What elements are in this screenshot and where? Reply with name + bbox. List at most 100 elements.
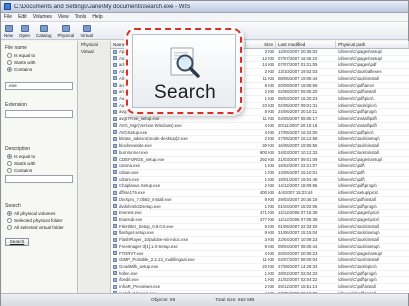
catalog-button[interactable]: Catalog [36,25,52,39]
cell-size: 900 KB [259,149,274,155]
cell-path: \drivers\C\pdf\pics\ [338,96,374,102]
exe-file-icon [113,116,117,121]
table-row[interactable]: GoodMilk_setup.exe 20 KB 27/08/2007 14:28:… [111,264,409,271]
table-row[interactable]: EvaHub.exe 477 KB 12/12/2006 07:05:39 \driv… [111,217,409,224]
cell-name: FileHitter_Setup_0.9.0.0.exe [111,224,246,230]
file-name-text: GoodMilk_setup.exe [119,264,159,269]
table-row[interactable]: dvdshrink32setup.exe 1 KB 01/04/2007 15:02… [111,204,409,211]
filename-option-equal[interactable]: Is equal to [7,53,74,58]
description-option-contains[interactable]: Contains [7,168,74,173]
table-row[interactable]: flashget.setup.exe 9 KB 21/06/2007 15:15:0… [111,230,409,238]
cell-size: 4 KB [264,122,274,128]
menu-tools[interactable]: Tools [75,14,87,20]
exe-file-icon [113,237,117,242]
new-button[interactable]: New [4,25,13,39]
table-row[interactable]: ifoedit.exe 1 KB 21/02/2007 02:04:22 \drive… [111,277,409,285]
cell-name: EvaHub.exe [111,217,246,223]
filename-option-starts[interactable]: Starts with [7,60,74,65]
cell-name: flashget.setup.exe [111,230,246,236]
radio-icon [7,225,12,230]
cell-modified: 22/04/2007 10:09:23 [278,237,318,243]
table-row[interactable]: hdlen.exe 1 KB 28/02/2007 02:04:22 \drivers… [111,271,409,278]
cell-modified: 16/02/2007 22:21:07 [278,163,318,169]
cell-path: \drivers\C\tools\setup\ [338,243,380,249]
tab-physical[interactable]: Physical [79,41,110,48]
table-row[interactable]: dffsre176.exe 400 KB 4/4/2007 15:23:44 \dri… [111,190,409,197]
filename-input[interactable]: .exe [5,82,73,90]
table-row[interactable]: Chaplanus Setup.exe 2 KB 14/12/2007 18:09:… [111,183,409,191]
cell-modified: 24/06/2007 20:10:11 [278,109,318,115]
radio-icon [7,60,12,65]
description-heading: Description [5,146,31,152]
table-row[interactable]: cdram.exe 1 KB 19/01/2007 19:04:48 \drivers… [111,177,409,184]
physical-button[interactable]: Physical [58,25,74,39]
table-row[interactable]: FreeImager-3[1].1.0-Setup.exe 9 KB 09/04/2… [111,244,409,251]
cell-path: \drivers\C\install\pdf\ [338,116,377,122]
cell-path: \drivers\C\pdf\progs\ [338,203,377,209]
cell-name: DivXpro_7.0b82_Install.exe [111,197,246,203]
description-option-label: Is equal to [14,154,36,159]
cell-size: 30 KB [262,143,274,149]
table-row[interactable]: FlashPlayer_10(adobe-mini-doc.exe 3 KB 22/… [111,237,409,244]
table-row[interactable]: AVG_Mgr(Version-Windows).exe 4 KB 20/11/20… [111,123,409,130]
table-row[interactable]: FTDRVT.exe 4 KB 20/03/2007 20:05:23 \driver… [111,251,409,258]
description-input[interactable] [5,175,73,183]
scope-selected-physical[interactable]: Selected physical folder [7,218,74,223]
menu-help[interactable]: Help [92,14,102,20]
cell-path: \drivers\C\tools\install [338,223,379,229]
virtual-button[interactable]: Virtual [80,25,93,39]
column-header-modified[interactable]: Last modified [276,41,336,48]
table-row[interactable]: Everest.exe 471 KB 12/12/2006 07:15:39 \dri… [111,210,409,217]
open-button[interactable]: Open [19,25,30,39]
filename-heading: File name [5,45,27,51]
filename-option-label: Contains [14,67,33,72]
cell-path: \drivers\C\pdf\ [338,169,365,175]
cell-name: dffsre176.exe [111,190,246,196]
search-callout: Search [126,28,242,114]
cell-modified: 27/05/2007 16:12:58 [278,136,318,142]
file-name-text: EvaHub.exe [119,216,143,222]
scope-all-physical[interactable]: All physical volumes [7,211,74,216]
menu-view[interactable]: View [58,14,69,20]
file-name-text: cdram.exe [119,176,140,182]
catalog-button-label: Catalog [36,33,52,38]
table-row[interactable]: avgt7Free_setup.exe 11 KB 04/05/2007 08:05… [111,116,409,123]
extension-input[interactable] [5,110,73,118]
filename-option-contains[interactable]: Contains [7,67,74,72]
table-row[interactable]: bitrate_advisor(mode-desktop)2.exe 2 KB 27… [111,136,409,144]
file-name-text: burnrunner.exe [119,149,148,155]
exe-file-icon [113,277,117,282]
column-header-size[interactable]: Size [246,41,276,48]
description-option-starts[interactable]: Starts with [7,161,74,166]
table-row[interactable]: CDEFORGE_setup.exe 292 KB 21/03/2007 09:01… [111,157,409,164]
table-row[interactable]: DivXpro_7.0b82_Install.exe 8 KB 29/03/2007… [111,197,409,204]
menu-volumes[interactable]: Volumes [33,14,52,20]
exe-file-icon [113,284,117,289]
column-header-path[interactable]: Physical path [336,41,409,48]
cell-name: cdsan.exe [111,170,246,176]
scope-selected-virtual[interactable]: All selected virtual folder [7,225,74,230]
table-row[interactable]: cdsan.exe 1 KB 14/05/2007 15:10:01 \drivers… [111,170,409,177]
exe-file-icon [113,83,117,88]
file-name-text: CDEFORGE_setup.exe [119,156,165,162]
cell-modified: 27/08/2007 14:28:34 [278,264,318,269]
cell-path: \drivers\C\pages\setup\ [338,250,383,256]
status-total-size: Total size: 662 MB [215,297,255,303]
table-row[interactable]: FileHitter_Setup_0.9.0.0.exe 5 KB 01/05/20… [111,224,409,231]
table-row[interactable]: GIMP_Portable_2.2.13_multilingual.exe 11 … [111,257,409,264]
search-button[interactable]: Search [5,238,29,246]
scope-option-label: All selected virtual folder [14,225,64,230]
table-row[interactable]: InfraR_Previewer.exe 2 KB 29/12/2007 15:51… [111,284,409,291]
tab-virtual[interactable]: Virtual [79,48,110,55]
cell-size: 2 KB [264,183,274,189]
exe-file-icon [113,157,117,161]
description-option-equal[interactable]: Is equal to [7,154,74,159]
table-row[interactable]: camna.exe 1 KB 16/02/2007 22:21:07 \drivers… [111,163,409,170]
menu-file[interactable]: File [4,14,12,20]
exe-file-icon [113,244,117,249]
menu-edit[interactable]: Edit [18,14,27,20]
table-row[interactable]: AVGSetup.exe 4 KB 17/05/2007 16:22:00 \driv… [111,130,409,137]
table-row[interactable]: burnrunner.exe 900 KB 24/03/2007 10:12:33 \… [111,150,409,157]
cell-modified: 14/05/2007 15:10:01 [278,169,318,175]
table-row[interactable]: blocknewsite.exe 30 KB 16/06/2007 19:05:55… [111,143,409,150]
